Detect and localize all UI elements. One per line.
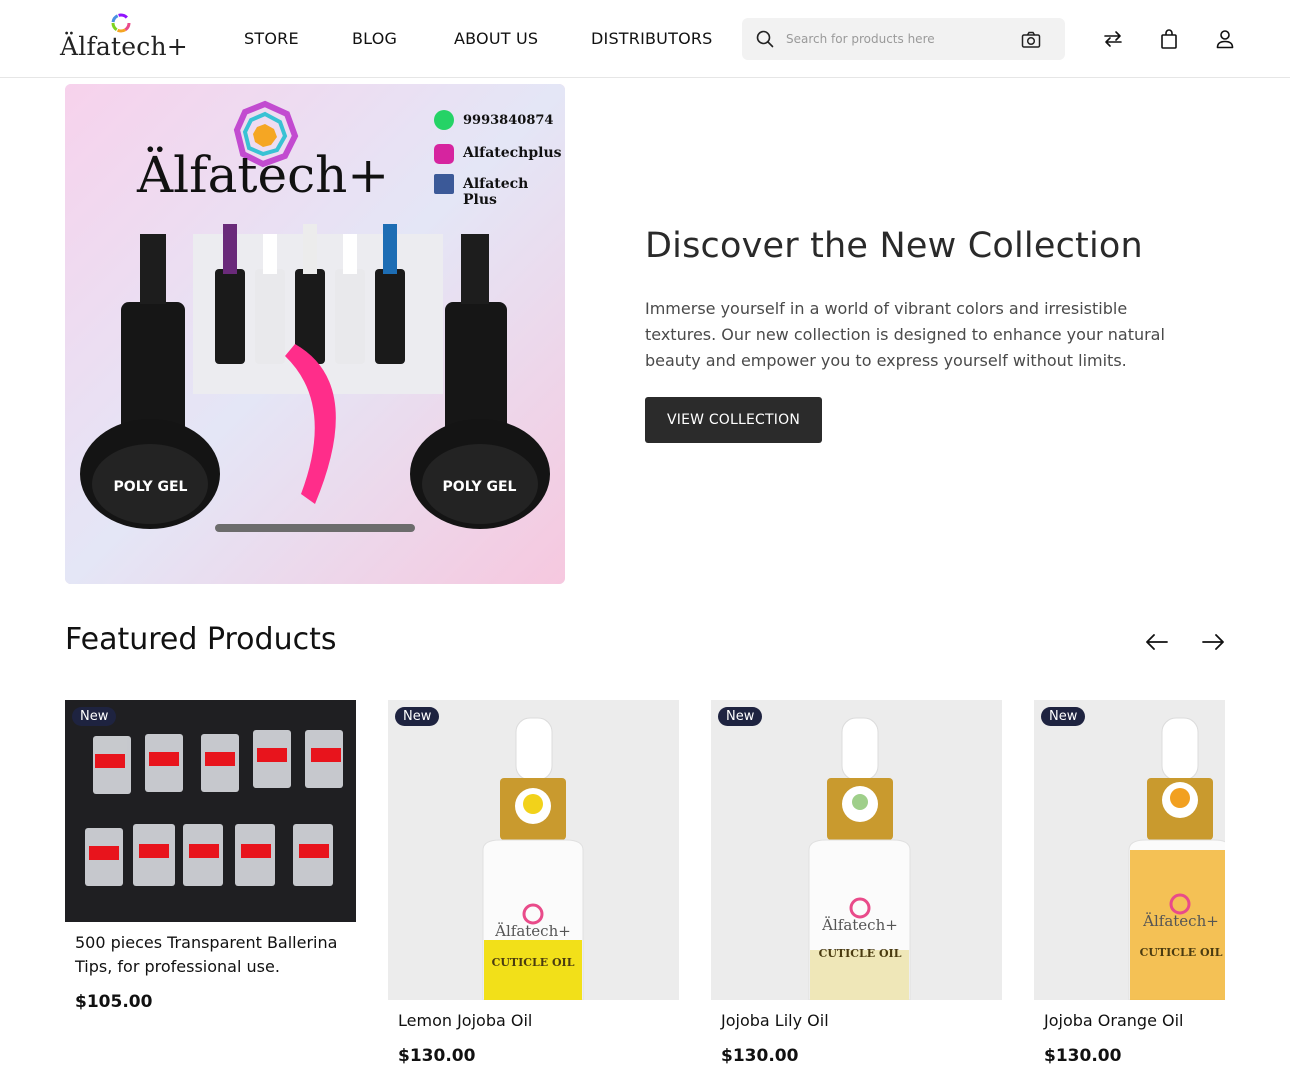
product-image[interactable]: New Älfatech+ CUTICLE OIL [388,700,679,1000]
site-header: Älfatech+ STORE BLOG ABOUT US DISTRIBUTO… [0,0,1290,78]
product-photo-lemon-oil [388,700,679,1000]
new-badge: New [1041,707,1086,726]
camera-icon[interactable] [1020,29,1042,51]
hero-image-facebook: Alfatech Plus [463,176,529,208]
hero-image-product-right: POLY GEL [442,479,517,495]
new-badge: New [395,707,440,726]
product-price: $130.00 [721,1046,799,1066]
product-image[interactable]: New Älfatech+ CUTICLE OIL [1034,700,1225,1000]
product-photo-label: CUTICLE OIL [1139,946,1223,959]
hero-image-product-left: POLY GEL [113,479,188,495]
site-logo[interactable]: Älfatech+ [60,12,188,64]
product-price: $130.00 [1044,1046,1122,1066]
product-photo-brand: Älfatech+ [1143,912,1219,930]
product-photo-brand: Älfatech+ [495,922,571,940]
hero-description: Immerse yourself in a world of vibrant c… [645,299,1165,370]
product-photo-label: CUTICLE OIL [818,947,902,960]
search-input[interactable] [786,28,1006,50]
nav-about-us[interactable]: ABOUT US [454,29,538,48]
product-name[interactable]: Jojoba Orange Oil [1044,1009,1224,1033]
search-bar [742,18,1065,60]
hero-title: Discover the New Collection [645,226,1143,266]
account-icon[interactable] [1213,27,1237,51]
featured-products-title: Featured Products [65,622,337,657]
new-badge: New [72,707,117,726]
hero-image-whatsapp: 9993840874 [463,113,554,128]
product-card[interactable]: New 500 pieces Transparent Ballerina Tip… [65,700,356,1012]
product-card[interactable]: New Älfatech+ CUTICLE OIL Jojoba Orange … [1034,700,1225,1086]
product-name[interactable]: 500 pieces Transparent Ballerina Tips, f… [75,931,350,979]
hero-image-instagram: Alfatechplus [463,145,562,161]
product-image[interactable]: New Älfatech+ CUTICLE OIL [711,700,1002,1000]
carousel-prev-icon[interactable] [1144,630,1170,654]
hero-image: Älfatech+ 9993840874 Alfatechplus Alfate… [65,84,565,584]
product-image[interactable]: New [65,700,356,922]
search-icon[interactable] [755,29,775,49]
product-photo-brand: Älfatech+ [822,916,898,934]
product-price: $105.00 [75,992,153,1012]
view-collection-button[interactable]: VIEW COLLECTION [645,397,822,443]
product-name[interactable]: Lemon Jojoba Oil [398,1009,673,1033]
product-card[interactable]: New Älfatech+ CUTICLE OIL Lemon Jojoba O… [388,700,679,1066]
nav-store[interactable]: STORE [244,29,299,48]
nav-blog[interactable]: BLOG [352,29,397,48]
product-price: $130.00 [398,1046,476,1066]
carousel-next-icon[interactable] [1200,630,1226,654]
cart-icon[interactable] [1157,27,1181,51]
product-photo-nail-tips [65,700,356,922]
nav-distributors[interactable]: DISTRIBUTORS [591,29,713,48]
logo-icon [111,13,131,33]
product-photo-label: CUTICLE OIL [491,956,575,969]
hero-image-brand: Älfatech+ [137,146,390,204]
new-badge: New [718,707,763,726]
product-name[interactable]: Jojoba Lily Oil [721,1009,996,1033]
compare-icon[interactable] [1101,27,1125,51]
product-card[interactable]: New Älfatech+ CUTICLE OIL Jojoba Lily Oi… [711,700,1002,1066]
logo-text: Älfatech+ [60,32,188,61]
